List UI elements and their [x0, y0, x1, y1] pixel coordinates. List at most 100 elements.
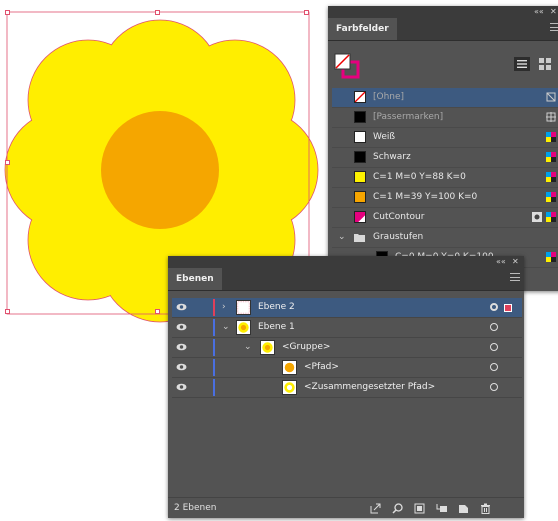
swatch-list: [Ohne] [Passermarken] Weiß Schwarz C=1 M… — [332, 88, 558, 268]
eye-icon[interactable] — [176, 303, 187, 311]
collapse-icon[interactable]: «« — [534, 6, 544, 18]
new-sublayer-icon[interactable] — [436, 503, 447, 514]
process-color-icon — [546, 212, 556, 222]
swatch-name: [Passermarken] — [373, 112, 444, 122]
process-color-icon — [546, 132, 556, 142]
list-view-icon[interactable] — [514, 57, 530, 71]
layer-color-bar — [213, 339, 215, 356]
layer-list: › Ebene 2 ⌄ Ebene 1 ⌄ <Gruppe> <Pfad> <Z… — [172, 298, 522, 398]
layer-row[interactable]: ⌄ Ebene 1 — [172, 318, 522, 338]
swatch-row[interactable]: [Passermarken] — [332, 108, 558, 128]
registration-icon — [546, 112, 556, 122]
layer-name: <Gruppe> — [282, 342, 331, 352]
panel-tabbar: Ebenen — [168, 268, 524, 291]
swatch-row[interactable]: C=1 M=0 Y=88 K=0 — [332, 168, 558, 188]
selection-handle[interactable] — [155, 309, 160, 314]
selection-handle[interactable] — [5, 309, 10, 314]
trash-icon[interactable] — [480, 503, 491, 514]
flower-center[interactable] — [101, 111, 219, 229]
panel-menu-icon[interactable] — [550, 23, 558, 31]
layer-count: 2 Ebenen — [174, 503, 217, 513]
swatch-name: CutContour — [373, 212, 425, 222]
eye-icon[interactable] — [176, 323, 187, 331]
layer-thumbnail — [282, 380, 297, 395]
layer-name: Ebene 1 — [258, 322, 295, 332]
thumbnail-view-icon[interactable] — [538, 57, 552, 71]
panel-tabbar: Farbfelder — [328, 18, 558, 41]
swatch-name: Schwarz — [373, 152, 411, 162]
layer-row[interactable]: ⌄ <Gruppe> — [172, 338, 522, 358]
swatch-row[interactable]: Schwarz — [332, 148, 558, 168]
chevron-down-icon[interactable]: ⌄ — [338, 228, 346, 247]
target-icon[interactable] — [490, 323, 498, 331]
export-icon[interactable] — [370, 503, 381, 514]
layer-thumbnail — [236, 300, 251, 315]
layers-panel: «« ✕ Ebenen › Ebene 2 ⌄ Ebene 1 ⌄ <Grupp… — [168, 256, 524, 518]
chevron-down-icon[interactable]: ⌄ — [222, 318, 230, 337]
swatch-row[interactable]: [Ohne] — [332, 88, 558, 108]
swatch-name: C=1 M=0 Y=88 K=0 — [373, 172, 466, 182]
swatch-name: Weiß — [373, 132, 396, 142]
tab-layers[interactable]: Ebenen — [168, 268, 222, 290]
search-icon[interactable] — [392, 503, 403, 514]
chevron-right-icon[interactable]: › — [222, 298, 226, 317]
folder-icon — [354, 234, 365, 242]
layer-color-bar — [213, 379, 215, 396]
collapse-icon[interactable]: «« — [496, 256, 506, 268]
non-editable-icon — [546, 92, 556, 102]
swatch-chip — [354, 171, 366, 183]
process-color-icon — [546, 172, 556, 182]
new-layer-icon[interactable] — [458, 503, 469, 514]
layer-thumbnail — [260, 340, 275, 355]
selection-handle[interactable] — [5, 10, 10, 15]
target-icon[interactable] — [490, 343, 498, 351]
layer-row[interactable]: › Ebene 2 — [172, 298, 522, 318]
eye-icon[interactable] — [176, 383, 187, 391]
spot-swatch-chip — [354, 211, 366, 223]
eye-icon[interactable] — [176, 343, 187, 351]
close-icon[interactable]: ✕ — [512, 256, 519, 268]
swatches-panel: «« ✕ Farbfelder [Ohne] [Passermarken] We… — [328, 6, 558, 291]
swatch-name: C=1 M=39 Y=100 K=0 — [373, 192, 478, 202]
clipping-mask-icon[interactable] — [414, 503, 425, 514]
layer-name: <Zusammengesetzter Pfad> — [304, 382, 436, 392]
panel-titlebar[interactable]: «« ✕ — [328, 6, 558, 18]
swatches-header — [328, 41, 558, 89]
target-icon[interactable] — [490, 363, 498, 371]
layers-footer: 2 Ebenen — [168, 497, 524, 518]
fill-stroke-icon[interactable] — [334, 53, 360, 79]
none-swatch-chip — [354, 91, 366, 103]
layer-color-bar — [213, 319, 215, 336]
process-color-icon — [546, 152, 556, 162]
layer-color-bar — [213, 359, 215, 376]
panel-menu-icon[interactable] — [510, 273, 520, 281]
swatch-chip — [354, 191, 366, 203]
layer-row[interactable]: <Pfad> — [172, 358, 522, 378]
swatch-row[interactable]: CutContour — [332, 208, 558, 228]
swatch-name: [Ohne] — [373, 92, 405, 102]
swatch-chip — [354, 111, 366, 123]
process-color-icon — [546, 252, 556, 262]
swatch-group-row[interactable]: ⌄ Graustufen — [332, 228, 558, 248]
spot-color-icon — [532, 212, 542, 222]
panel-titlebar[interactable]: «« ✕ — [168, 256, 524, 268]
layer-thumbnail — [282, 360, 297, 375]
selection-indicator[interactable] — [504, 304, 512, 312]
swatch-row[interactable]: C=1 M=39 Y=100 K=0 — [332, 188, 558, 208]
close-icon[interactable]: ✕ — [550, 6, 557, 18]
layer-row[interactable]: <Zusammengesetzter Pfad> — [172, 378, 522, 398]
swatch-chip — [354, 151, 366, 163]
target-icon[interactable] — [490, 383, 498, 391]
chevron-down-icon[interactable]: ⌄ — [244, 338, 252, 357]
process-color-icon — [546, 192, 556, 202]
eye-icon[interactable] — [176, 363, 187, 371]
selection-handle[interactable] — [5, 160, 10, 165]
target-icon[interactable] — [490, 303, 498, 311]
swatch-chip — [354, 131, 366, 143]
selection-handle[interactable] — [304, 10, 309, 15]
swatch-group-name: Graustufen — [373, 232, 424, 242]
swatch-row[interactable]: Weiß — [332, 128, 558, 148]
layer-name: <Pfad> — [304, 362, 339, 372]
tab-swatches[interactable]: Farbfelder — [328, 18, 397, 40]
selection-handle[interactable] — [155, 10, 160, 15]
